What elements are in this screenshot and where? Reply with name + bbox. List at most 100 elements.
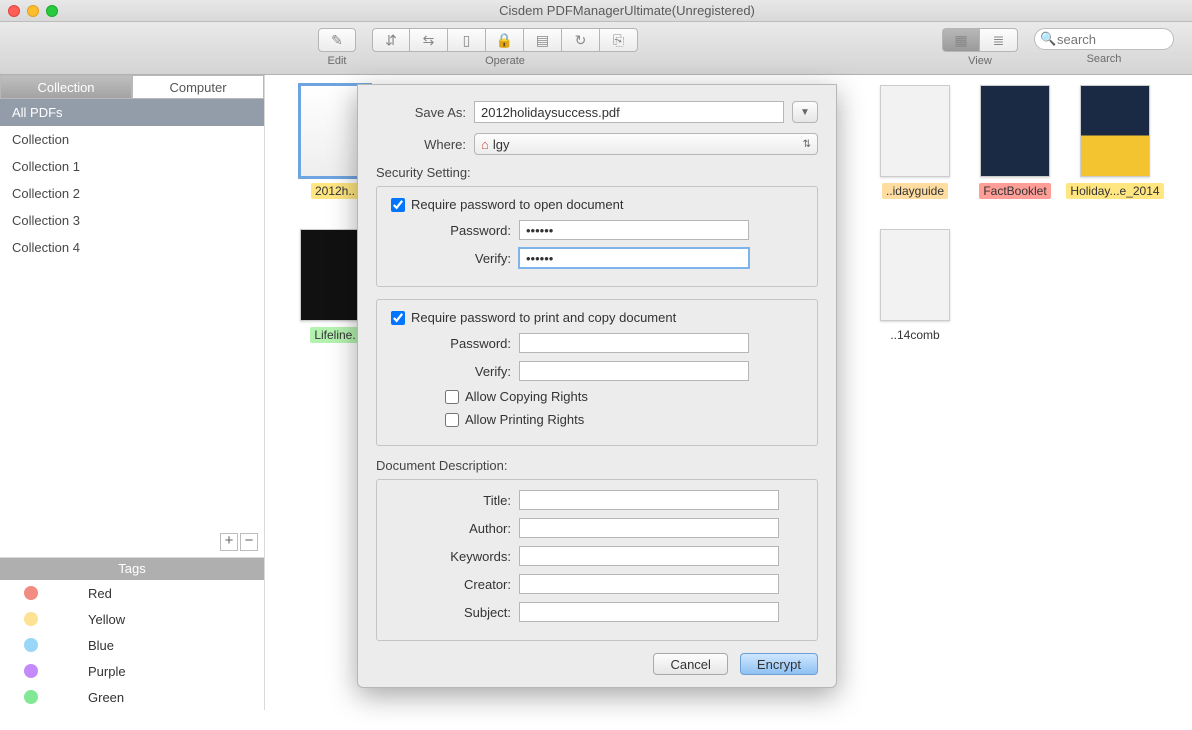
minimize-window-button[interactable] (27, 5, 39, 17)
tag-red[interactable]: Red (0, 580, 264, 606)
tag-label: Red (88, 586, 112, 601)
require-permission-password-checkbox[interactable] (391, 311, 405, 325)
save-as-label: Save As: (376, 105, 466, 120)
search-label: Search (1087, 53, 1122, 65)
titlebar: Cisdem PDFManagerUltimate(Unregistered) (0, 0, 1192, 22)
chevron-updown-icon: ⇅ (803, 139, 811, 150)
permissions-fieldset: Require password to print and copy docum… (376, 299, 818, 446)
keywords-label: Keywords: (391, 549, 511, 564)
security-header: Security Setting: (376, 165, 818, 180)
sidebar-item-collection-3[interactable]: Collection 3 (0, 207, 264, 234)
operate-btn-6[interactable]: ↻ (562, 28, 600, 52)
description-header: Document Description: (376, 458, 818, 473)
tag-label: Blue (88, 638, 114, 653)
require-open-password-label: Require password to open document (411, 197, 623, 212)
subject-input[interactable] (519, 602, 779, 622)
where-value: lgy (493, 137, 510, 152)
save-as-input[interactable] (474, 101, 784, 123)
open-password-fieldset: Require password to open document Passwo… (376, 186, 818, 287)
pdf-thumb[interactable]: Holiday...e_2014 (1075, 85, 1155, 199)
operate-btn-4[interactable]: 🔒 (486, 28, 524, 52)
edit-button[interactable]: ✎ (318, 28, 356, 52)
edit-label: Edit (328, 55, 347, 67)
thumb-label: FactBooklet (979, 183, 1050, 199)
close-window-button[interactable] (8, 5, 20, 17)
operate-btn-7[interactable]: ⎘ (600, 28, 638, 52)
tag-green[interactable]: Green (0, 684, 264, 710)
thumb-label: Lifeline. (310, 327, 359, 343)
home-icon: ⌂ (481, 137, 489, 152)
sidebar-tab-collection[interactable]: Collection (0, 75, 132, 99)
allow-copying-checkbox[interactable] (445, 390, 459, 404)
sidebar-tab-computer[interactable]: Computer (132, 75, 264, 99)
keywords-input[interactable] (519, 546, 779, 566)
search-icon: 🔍 (1040, 31, 1056, 47)
encrypt-dialog: Save As: ▼ Where: ⌂ lgy ⇅ Security Setti… (357, 84, 837, 688)
window-controls (8, 5, 58, 17)
sidebar-item-collection-1[interactable]: Collection 1 (0, 153, 264, 180)
operate-label: Operate (485, 55, 525, 67)
thumb-label: Holiday...e_2014 (1066, 183, 1163, 199)
window-title: Cisdem PDFManagerUltimate(Unregistered) (70, 3, 1184, 18)
view-list-button[interactable]: ≣ (980, 28, 1018, 52)
pdf-thumb[interactable]: ..14comb (875, 229, 955, 343)
tag-label: Purple (88, 664, 126, 679)
open-password-label: Password: (391, 223, 511, 238)
title-label: Title: (391, 493, 511, 508)
tag-label: Yellow (88, 612, 125, 627)
tags-header: Tags (0, 558, 264, 580)
open-verify-label: Verify: (391, 251, 511, 266)
pdf-thumb[interactable]: FactBooklet (975, 85, 1055, 199)
toolbar-edit-group: ✎ Edit (318, 28, 356, 67)
encrypt-button[interactable]: Encrypt (740, 653, 818, 675)
toolbar: ✎ Edit ⇵ ⇆ ▯ 🔒 ▤ ↻ ⎘ Operate ▦ ≣ View 🔍 … (0, 22, 1192, 75)
perm-verify-label: Verify: (391, 364, 511, 379)
operate-btn-3[interactable]: ▯ (448, 28, 486, 52)
require-permission-password-label: Require password to print and copy docum… (411, 310, 676, 325)
view-grid-button[interactable]: ▦ (942, 28, 980, 52)
sidebar-list: All PDFs Collection Collection 1 Collect… (0, 99, 264, 261)
toolbar-view-group: ▦ ≣ View (942, 28, 1018, 67)
tag-purple[interactable]: Purple (0, 658, 264, 684)
perm-verify-input[interactable] (519, 361, 749, 381)
pdf-thumb[interactable]: ..idayguide (875, 85, 955, 199)
open-verify-input[interactable] (519, 248, 749, 268)
tag-blue[interactable]: Blue (0, 632, 264, 658)
sidebar-item-collection-4[interactable]: Collection 4 (0, 234, 264, 261)
toolbar-search-group: 🔍 Search (1034, 28, 1174, 65)
history-dropdown-button[interactable]: ▼ (792, 101, 818, 123)
author-label: Author: (391, 521, 511, 536)
title-input[interactable] (519, 490, 779, 510)
add-collection-button[interactable]: + (220, 533, 238, 551)
perm-password-input[interactable] (519, 333, 749, 353)
thumb-label: ..idayguide (882, 183, 948, 199)
operate-btn-5[interactable]: ▤ (524, 28, 562, 52)
thumb-label: ..14comb (886, 327, 943, 343)
sidebar-item-collection[interactable]: Collection (0, 126, 264, 153)
allow-printing-label: Allow Printing Rights (465, 412, 584, 427)
zoom-window-button[interactable] (46, 5, 58, 17)
tag-label: Green (88, 690, 124, 705)
cancel-button[interactable]: Cancel (653, 653, 727, 675)
toolbar-operate-group: ⇵ ⇆ ▯ 🔒 ▤ ↻ ⎘ Operate (372, 28, 638, 67)
operate-btn-2[interactable]: ⇆ (410, 28, 448, 52)
sidebar-item-all-pdfs[interactable]: All PDFs (0, 99, 264, 126)
require-open-password-checkbox[interactable] (391, 198, 405, 212)
tag-yellow[interactable]: Yellow (0, 606, 264, 632)
operate-btn-1[interactable]: ⇵ (372, 28, 410, 52)
thumb-label: 2012h.. (311, 183, 359, 199)
view-label: View (968, 55, 992, 67)
creator-label: Creator: (391, 577, 511, 592)
subject-label: Subject: (391, 605, 511, 620)
open-password-input[interactable] (519, 220, 749, 240)
author-input[interactable] (519, 518, 779, 538)
perm-password-label: Password: (391, 336, 511, 351)
description-fieldset: Title: Author: Keywords: Creator: Subjec… (376, 479, 818, 641)
where-select[interactable]: ⌂ lgy ⇅ (474, 133, 818, 155)
where-label: Where: (376, 137, 466, 152)
allow-printing-checkbox[interactable] (445, 413, 459, 427)
allow-copying-label: Allow Copying Rights (465, 389, 588, 404)
remove-collection-button[interactable]: − (240, 533, 258, 551)
creator-input[interactable] (519, 574, 779, 594)
sidebar-item-collection-2[interactable]: Collection 2 (0, 180, 264, 207)
